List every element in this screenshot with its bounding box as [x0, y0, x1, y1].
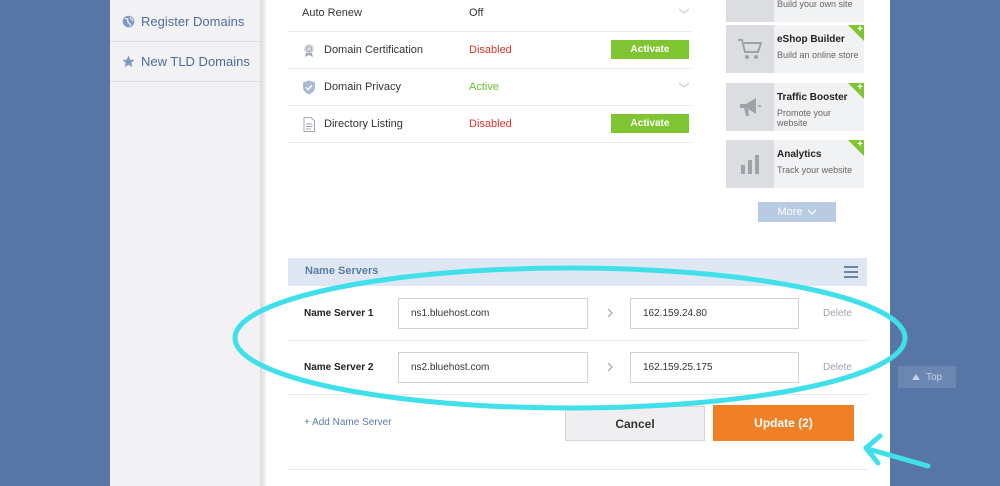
cancel-button[interactable]: Cancel	[565, 406, 705, 441]
name-server-host-input[interactable]	[398, 352, 588, 383]
name-server-label: Name Server 2	[304, 362, 374, 373]
name-server-row-1: Name Server 1 Delete	[288, 287, 867, 341]
addon-status: Disabled	[469, 118, 512, 130]
globe-icon	[122, 15, 135, 28]
name-server-ip-input[interactable]	[630, 298, 799, 329]
chevron-right-icon	[607, 308, 613, 318]
sidebar-item-label: New TLD Domains	[141, 54, 250, 69]
delete-name-server-link[interactable]: Delete	[823, 362, 852, 373]
addon-row-auto-renew: Auto Renew Off	[288, 0, 691, 32]
megaphone-icon	[740, 98, 761, 116]
back-to-top-button[interactable]: Top	[898, 366, 956, 388]
product-subtitle: Build an online store	[777, 50, 859, 60]
product-subtitle: Promote your website	[777, 108, 832, 128]
addon-row-directory-listing: Directory Listing Disabled Activate	[288, 106, 691, 143]
product-card-partial[interactable]: Build your own site	[726, 0, 864, 22]
shield-icon	[303, 80, 315, 95]
update-button[interactable]: Update (2)	[713, 405, 854, 441]
name-servers-title: Name Servers	[305, 265, 379, 277]
caret-up-icon	[911, 374, 920, 380]
star-icon	[122, 55, 135, 68]
activate-directory-listing-button[interactable]: Activate	[611, 114, 689, 133]
product-title: Traffic Booster	[777, 92, 848, 103]
plus-icon: +	[857, 139, 863, 150]
certificate-icon	[304, 44, 314, 57]
more-button[interactable]: More	[758, 202, 836, 222]
sidebar-item-register-domains[interactable]: Register Domains	[110, 2, 260, 42]
product-card-analytics[interactable]: Analytics Track your website +	[726, 139, 864, 188]
product-card-traffic-booster[interactable]: Traffic Booster Promote your website +	[726, 82, 864, 131]
product-title: Analytics	[777, 149, 822, 160]
add-name-server-link[interactable]: + Add Name Server	[304, 417, 392, 428]
product-image	[726, 140, 774, 188]
product-card-eshop-builder[interactable]: eShop Builder Build an online store +	[726, 24, 864, 73]
product-image	[726, 83, 774, 131]
sidebar: Register Domains New TLD Domains	[110, 0, 260, 486]
bar-chart-icon	[741, 155, 759, 174]
product-image	[726, 25, 774, 73]
addon-label: Domain Certification	[324, 44, 424, 56]
chevron-down-icon[interactable]	[678, 79, 690, 91]
product-subtitle: Track your website	[777, 165, 853, 175]
main-panel: Auto Renew Off Domain Certification Disa…	[266, 0, 890, 486]
product-subtitle: Build your own site	[777, 0, 853, 9]
plus-icon: +	[857, 82, 863, 93]
chevron-down-icon	[807, 209, 816, 215]
addon-label: Domain Privacy	[324, 81, 402, 93]
plus-icon: +	[857, 24, 863, 35]
addon-row-domain-certification: Domain Certification Disabled Activate	[288, 32, 691, 69]
document-icon	[303, 117, 315, 132]
addon-status: Active	[469, 81, 499, 93]
name-server-host-input[interactable]	[398, 298, 588, 329]
addon-status: Disabled	[469, 44, 512, 56]
shopping-cart-icon	[738, 39, 763, 59]
name-server-ip-input[interactable]	[630, 352, 799, 383]
chevron-right-icon	[607, 362, 613, 372]
addon-label: Auto Renew	[302, 7, 362, 19]
menu-icon[interactable]	[844, 266, 858, 278]
chevron-down-icon[interactable]	[678, 5, 690, 17]
sidebar-item-new-tld-domains[interactable]: New TLD Domains	[110, 42, 260, 82]
top-label: Top	[925, 371, 943, 383]
more-label: More	[777, 206, 803, 218]
product-title: eShop Builder	[777, 34, 845, 45]
product-image	[726, 0, 774, 22]
delete-name-server-link[interactable]: Delete	[823, 308, 852, 319]
activate-domain-certification-button[interactable]: Activate	[611, 40, 689, 59]
name-server-row-2: Name Server 2 Delete	[288, 341, 867, 395]
sidebar-item-label: Register Domains	[141, 14, 245, 29]
divider	[288, 469, 868, 470]
addon-row-domain-privacy: Domain Privacy Active	[288, 69, 691, 106]
addon-status: Off	[469, 7, 484, 19]
name-servers-header: Name Servers	[288, 258, 867, 286]
name-server-label: Name Server 1	[304, 308, 374, 319]
addon-label: Directory Listing	[324, 118, 403, 130]
